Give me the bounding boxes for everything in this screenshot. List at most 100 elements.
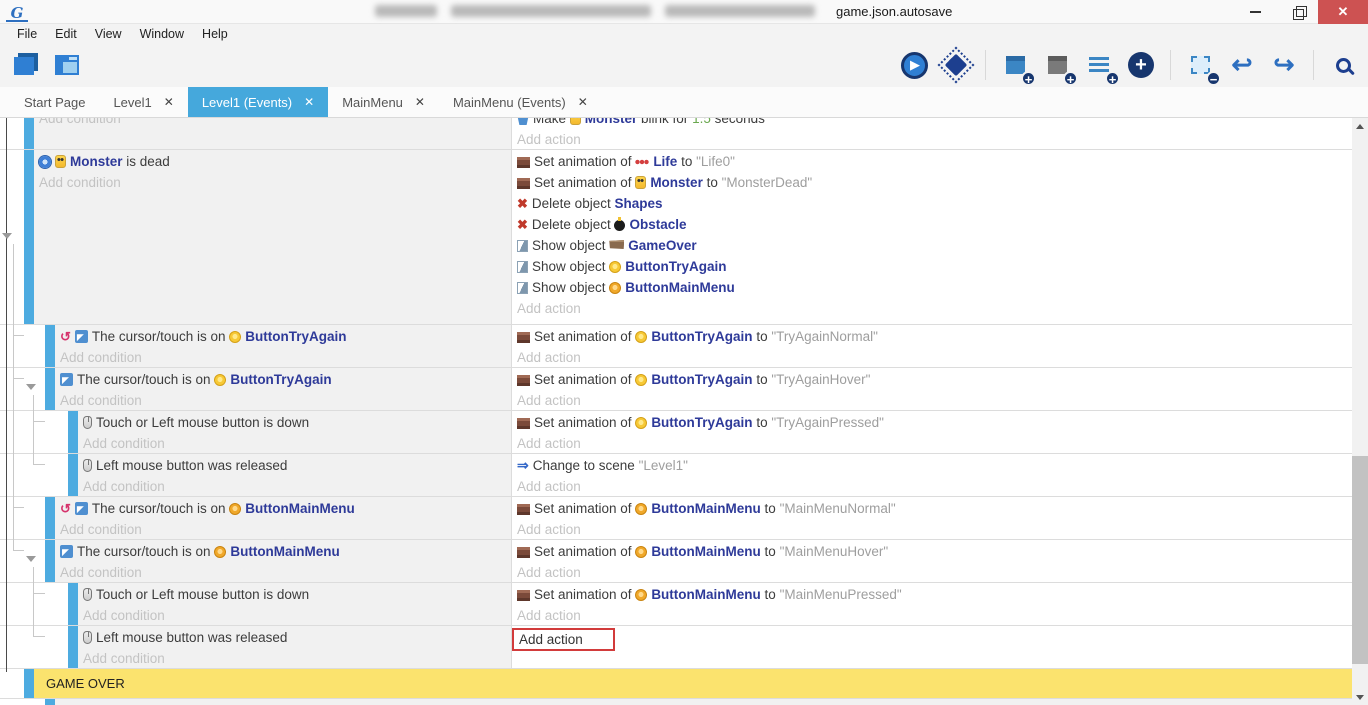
action-line[interactable]: ⇒Change to scene "Level1": [517, 455, 1352, 476]
add-action[interactable]: Add action: [517, 129, 1352, 149]
collapse-arrow[interactable]: [26, 556, 36, 562]
object-link[interactable]: Monster: [650, 175, 703, 190]
object-link[interactable]: Life: [653, 154, 677, 169]
event-handle-bar[interactable]: [68, 454, 78, 496]
tab-level1[interactable]: Level1✕: [99, 87, 187, 117]
action-line[interactable]: Set animation of ButtonTryAgain to "TryA…: [517, 369, 1352, 390]
action-line[interactable]: Set animation of Monster to "MonsterDead…: [517, 172, 1352, 193]
menu-file[interactable]: File: [8, 27, 46, 41]
event-handle-bar[interactable]: [45, 540, 55, 582]
condition-line[interactable]: ↺The cursor/touch is on ButtonMainMenu: [60, 498, 511, 519]
tab-level1-events-[interactable]: Level1 (Events)✕: [188, 87, 328, 117]
add-condition[interactable]: Add condition: [83, 433, 511, 453]
remove-selection-icon[interactable]: −: [1185, 50, 1215, 80]
project-manager-icon[interactable]: [10, 50, 40, 80]
close-button[interactable]: ✕: [1318, 0, 1368, 24]
action-line[interactable]: Set animation of ButtonTryAgain to "TryA…: [517, 326, 1352, 347]
condition-line[interactable]: Left mouse button was released: [83, 455, 511, 476]
action-line[interactable]: Show object GameOver: [517, 235, 1352, 256]
menu-edit[interactable]: Edit: [46, 27, 86, 41]
add-condition[interactable]: Add condition: [39, 172, 511, 193]
debug-icon[interactable]: [941, 50, 971, 80]
event-handle-bar[interactable]: [24, 118, 34, 149]
add-subevent-icon[interactable]: +: [1042, 50, 1072, 80]
event-handle-bar[interactable]: [68, 411, 78, 453]
add-condition[interactable]: Add condition: [83, 605, 511, 625]
action-line[interactable]: Set animation of ButtonMainMenu to "Main…: [517, 541, 1352, 562]
object-link[interactable]: ButtonTryAgain: [651, 415, 752, 430]
event-handle-bar[interactable]: [24, 669, 34, 698]
play-icon[interactable]: ▶: [899, 50, 929, 80]
add-condition[interactable]: Add condition: [83, 476, 511, 496]
object-link[interactable]: ButtonMainMenu: [245, 501, 354, 516]
tab-start-page[interactable]: Start Page: [10, 87, 99, 117]
object-link[interactable]: GameOver: [628, 238, 696, 253]
menu-view[interactable]: View: [86, 27, 131, 41]
action-line[interactable]: Make Monster blink for 1.5 seconds: [517, 118, 1352, 129]
object-link[interactable]: ButtonMainMenu: [651, 587, 760, 602]
scroll-up-icon[interactable]: [1356, 124, 1364, 129]
vertical-scrollbar[interactable]: [1352, 118, 1368, 705]
event-handle-bar[interactable]: [45, 368, 55, 410]
scene-window-icon[interactable]: [52, 50, 82, 80]
collapse-arrow[interactable]: [2, 233, 12, 239]
action-line[interactable]: Show object ButtonTryAgain: [517, 256, 1352, 277]
condition-line[interactable]: Touch or Left mouse button is down: [83, 412, 511, 433]
event-handle-bar[interactable]: [45, 497, 55, 539]
event-handle-bar[interactable]: [68, 626, 78, 668]
event-handle-bar[interactable]: [68, 583, 78, 625]
object-link[interactable]: ButtonTryAgain: [625, 259, 726, 274]
event-handle-bar[interactable]: [45, 325, 55, 367]
tab-close-icon[interactable]: ✕: [164, 95, 174, 109]
add-action-highlighted[interactable]: Add action: [512, 628, 615, 651]
add-condition[interactable]: Add condition: [39, 118, 511, 129]
object-link[interactable]: Shapes: [614, 196, 662, 211]
object-link[interactable]: Monster: [585, 118, 638, 126]
add-condition[interactable]: Add condition: [60, 390, 511, 410]
collapse-arrow[interactable]: [26, 384, 36, 390]
condition-line[interactable]: The cursor/touch is on ButtonMainMenu: [60, 541, 511, 562]
object-link[interactable]: ButtonTryAgain: [651, 372, 752, 387]
add-action[interactable]: Add action: [517, 347, 1352, 367]
scrollbar-thumb[interactable]: [1352, 456, 1368, 664]
object-link[interactable]: ButtonMainMenu: [625, 280, 734, 295]
action-line[interactable]: ✖Delete object Shapes: [517, 193, 1352, 214]
object-link[interactable]: ButtonMainMenu: [651, 544, 760, 559]
object-link[interactable]: ButtonTryAgain: [651, 329, 752, 344]
object-link[interactable]: Obstacle: [629, 217, 686, 232]
object-link[interactable]: ButtonMainMenu: [651, 501, 760, 516]
add-action[interactable]: Add action: [517, 519, 1352, 539]
tab-close-icon[interactable]: ✕: [415, 95, 425, 109]
object-link[interactable]: ButtonMainMenu: [230, 544, 339, 559]
search-icon[interactable]: [1328, 50, 1358, 80]
tab-close-icon[interactable]: ✕: [578, 95, 588, 109]
restore-button[interactable]: [1276, 0, 1318, 24]
menu-window[interactable]: Window: [131, 27, 193, 41]
action-line[interactable]: Show object ButtonMainMenu: [517, 277, 1352, 298]
menu-help[interactable]: Help: [193, 27, 237, 41]
condition-line[interactable]: The cursor/touch is on ButtonTryAgain: [60, 369, 511, 390]
condition-line[interactable]: ↺The cursor/touch is on ButtonTryAgain: [60, 326, 511, 347]
scroll-down-icon[interactable]: [1356, 695, 1364, 700]
event-handle-bar[interactable]: [24, 150, 34, 324]
condition-line[interactable]: Touch or Left mouse button is down: [83, 584, 511, 605]
add-condition[interactable]: Add condition: [83, 648, 511, 668]
add-action[interactable]: Add action: [517, 433, 1352, 453]
add-condition[interactable]: Add condition: [60, 519, 511, 539]
add-comment-icon[interactable]: +: [1084, 50, 1114, 80]
action-line[interactable]: Set animation of ButtonMainMenu to "Main…: [517, 498, 1352, 519]
add-action[interactable]: Add action: [517, 562, 1352, 582]
add-condition[interactable]: Add condition: [60, 347, 511, 367]
tab-mainmenu-events-[interactable]: MainMenu (Events)✕: [439, 87, 602, 117]
add-action[interactable]: Add action: [517, 605, 1352, 625]
redo-icon[interactable]: ↪: [1269, 50, 1299, 80]
object-link[interactable]: Monster: [70, 154, 123, 169]
add-condition[interactable]: Add condition: [60, 562, 511, 582]
action-line[interactable]: Set animation of Life to "Life0": [517, 151, 1352, 172]
comment-text[interactable]: GAME OVER: [34, 669, 1352, 698]
add-action[interactable]: Add action: [517, 476, 1352, 496]
action-line[interactable]: Set animation of ButtonMainMenu to "Main…: [517, 584, 1352, 605]
condition-line[interactable]: Left mouse button was released: [83, 627, 511, 648]
add-action[interactable]: Add action: [517, 298, 1352, 319]
event-handle-bar[interactable]: [45, 699, 55, 705]
